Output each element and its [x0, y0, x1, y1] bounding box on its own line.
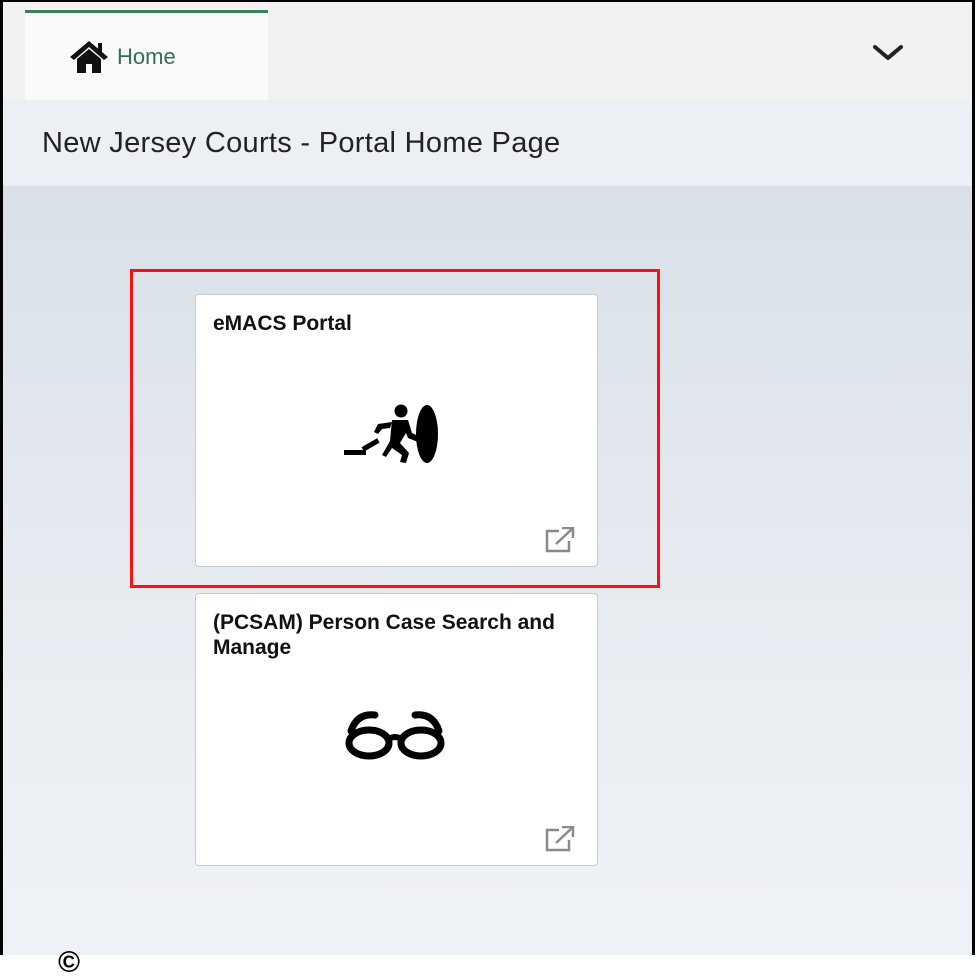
home-tab-label: Home: [117, 43, 176, 69]
page-title: New Jersey Courts - Portal Home Page: [42, 126, 561, 159]
tile-title: (PCSAM) Person Case Search and Manage: [213, 611, 555, 659]
top-nav-bar: Home: [3, 2, 972, 100]
external-link-icon: [545, 527, 575, 553]
home-tab[interactable]: Home: [25, 10, 268, 100]
page-header: New Jersey Courts - Portal Home Page: [3, 100, 972, 186]
running-exit-icon: [344, 404, 438, 463]
tile-title: eMACS Portal: [213, 312, 352, 335]
home-icon: [70, 40, 108, 73]
glasses-icon: [345, 711, 445, 760]
portal-window: Home New Jersey Courts - Portal Home Pag…: [0, 0, 975, 955]
chevron-down-icon[interactable]: [871, 42, 905, 64]
tile-emacs-portal[interactable]: eMACS Portal: [195, 294, 598, 567]
external-link-icon: [545, 826, 575, 852]
tile-pcsam-person-case-search[interactable]: (PCSAM) Person Case Search and Manage: [195, 593, 598, 866]
copyright-symbol: ©: [58, 946, 81, 979]
